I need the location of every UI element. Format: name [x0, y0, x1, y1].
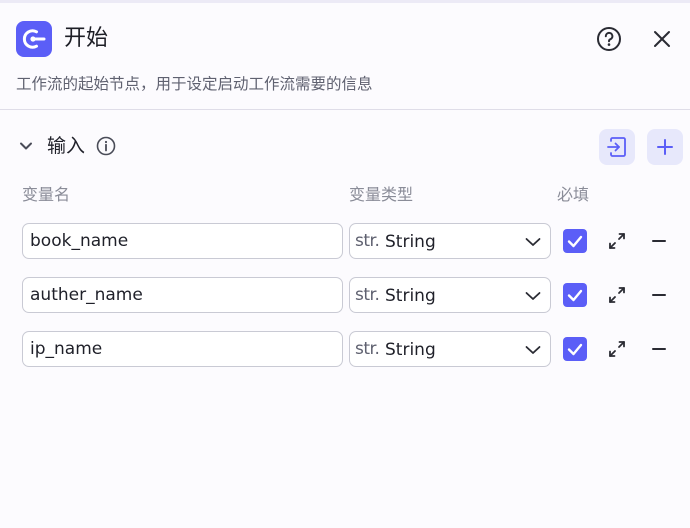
variable-row: str. String [0, 331, 690, 367]
import-variables-button[interactable] [599, 129, 635, 165]
variable-row: str. String [0, 223, 690, 259]
check-icon [567, 343, 583, 356]
expand-button[interactable] [606, 284, 628, 306]
variable-name-input[interactable] [22, 331, 343, 367]
help-button[interactable] [595, 25, 623, 53]
expand-icon [609, 233, 625, 249]
column-header-type: 变量类型 [349, 185, 414, 204]
variable-type-select[interactable]: str. String [349, 331, 551, 367]
chevron-down-icon [20, 142, 32, 150]
add-variable-button[interactable] [647, 129, 683, 165]
check-icon [567, 235, 583, 248]
start-node-icon [16, 21, 52, 57]
remove-variable-button[interactable] [648, 338, 670, 360]
type-str-prefix: str. [355, 339, 380, 359]
help-circle-icon [597, 27, 621, 51]
variable-name-input[interactable] [22, 223, 343, 259]
expand-icon [609, 341, 625, 357]
check-icon [567, 289, 583, 302]
panel-header: 开始 [0, 18, 690, 62]
column-header-required: 必填 [557, 185, 590, 204]
variable-type-select[interactable]: str. String [349, 277, 551, 313]
variable-type-select[interactable]: str. String [349, 223, 551, 259]
node-description: 工作流的起始节点，用于设定启动工作流需要的信息 [16, 75, 373, 93]
variable-name-input[interactable] [22, 277, 343, 313]
chevron-down-icon [525, 346, 541, 354]
minus-icon [652, 348, 666, 350]
remove-variable-button[interactable] [648, 230, 670, 252]
minus-icon [652, 240, 666, 242]
import-icon [607, 137, 626, 157]
info-icon[interactable] [95, 135, 117, 157]
header-divider [0, 109, 690, 110]
expand-icon [609, 287, 625, 303]
variable-row: str. String [0, 277, 690, 313]
required-checkbox[interactable] [563, 337, 587, 361]
close-button[interactable] [649, 26, 675, 52]
panel-top-strip [0, 0, 690, 3]
inputs-section-header: 输入 [0, 128, 690, 165]
type-str-prefix: str. [355, 231, 380, 251]
required-checkbox[interactable] [563, 283, 587, 307]
collapse-toggle[interactable] [16, 136, 36, 156]
type-value: String [385, 340, 436, 360]
section-title: 输入 [47, 135, 86, 157]
type-value: String [385, 232, 436, 252]
close-icon [654, 31, 670, 47]
chevron-down-icon [525, 238, 541, 246]
plus-icon [657, 139, 673, 155]
minus-icon [652, 294, 666, 296]
required-checkbox[interactable] [563, 229, 587, 253]
type-value: String [385, 286, 436, 306]
type-str-prefix: str. [355, 285, 380, 305]
remove-variable-button[interactable] [648, 284, 670, 306]
expand-button[interactable] [606, 230, 628, 252]
start-node-panel: 开始 工作流的起始节点，用于设定启动工作流需要的信息 输入 变量名 变量类型 必… [0, 0, 690, 528]
column-header-name: 变量名 [22, 185, 71, 204]
panel-title: 开始 [64, 26, 109, 51]
chevron-down-icon [525, 292, 541, 300]
expand-button[interactable] [606, 338, 628, 360]
